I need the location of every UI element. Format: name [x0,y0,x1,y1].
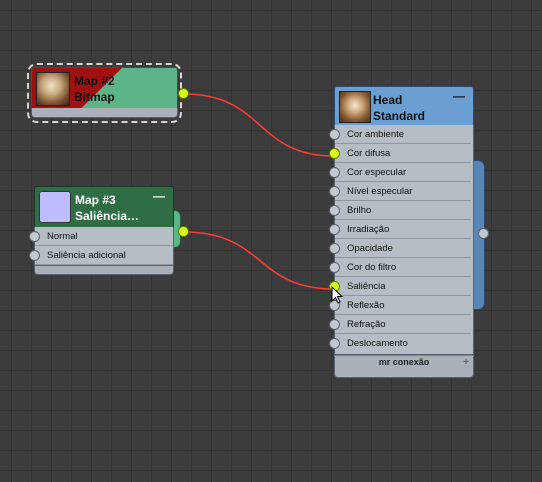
bitmap-thumbnail [36,72,70,106]
input-port[interactable] [29,250,40,261]
node-header[interactable]: Map #3 Saliência… — [34,186,174,228]
wire-map2-to-cor-difusa[interactable] [183,93,335,157]
node-footer [334,369,474,378]
output-port[interactable] [178,88,189,99]
input-port[interactable] [329,186,340,197]
slot-label: Deslocamento [347,338,408,349]
minimize-icon[interactable]: — [453,89,465,103]
slot-label: Nível especular [347,186,413,197]
node-footer [31,108,178,118]
slot-label: Saliência adicional [47,250,126,261]
node-footer [34,266,174,275]
slot-label: Cor do filtro [347,262,397,273]
slot-row[interactable]: Irradiação [329,220,471,239]
slot-label: Saliência [347,281,386,292]
node-type: Standard [373,109,426,123]
slot-label: Cor especular [347,167,407,178]
input-port[interactable] [329,148,340,159]
slot-row[interactable]: Cor difusa [329,144,471,163]
output-port[interactable] [178,226,189,237]
slot-label: Irradiação [347,224,390,235]
mr-connection-bar[interactable]: mr conexão + [334,355,474,370]
input-port[interactable] [329,319,340,330]
input-port[interactable] [329,338,340,349]
slot-label: Reflexão [347,300,385,311]
slot-label: Cor ambiente [347,129,405,140]
slot-row[interactable]: Cor especular [329,163,471,182]
slot-row[interactable]: Saliência adicional [29,246,173,265]
map-thumbnail [39,191,71,223]
slot-row[interactable]: Opacidade [329,239,471,258]
output-port[interactable] [478,228,489,239]
input-port[interactable] [329,262,340,273]
node-head-standard[interactable]: Head Standard — Cor ambiente Cor difusa … [329,86,489,380]
node-map2-bitmap[interactable]: Map #2 Bitmap [27,63,189,123]
slot-label: Brilho [347,205,372,216]
node-title: Map #2 [74,74,115,88]
input-port[interactable] [329,205,340,216]
slot-row[interactable]: Saliência [329,277,471,296]
slot-label: Cor difusa [347,148,391,159]
slot-row[interactable]: Reflexão [329,296,471,315]
slot-row[interactable]: Deslocamento [329,334,471,353]
expand-plus-icon[interactable]: + [463,356,469,369]
minimize-icon[interactable]: — [153,189,165,203]
slot-label: Opacidade [347,243,393,254]
slot-row[interactable]: Normal [29,227,173,246]
wire-map3-to-saliencia[interactable] [183,231,335,290]
input-port[interactable] [329,129,340,140]
input-port[interactable] [329,243,340,254]
node-type: Bitmap [74,90,115,104]
input-port[interactable] [329,167,340,178]
slot-row[interactable]: Brilho [329,201,471,220]
slot-list: Normal Saliência adicional [29,227,174,266]
node-type: Saliência… [75,209,140,223]
slot-row[interactable]: Cor ambiente [329,125,471,144]
slot-label: Normal [47,231,78,242]
slot-row[interactable]: Refração [329,315,471,334]
mouse-pointer-icon [331,286,343,304]
input-port[interactable] [329,224,340,235]
slot-label: Refração [347,319,386,330]
slot-row[interactable]: Nível especular [329,182,471,201]
node-header[interactable]: Map #2 Bitmap [31,67,178,109]
mr-connection-label: mr conexão [378,357,430,367]
node-map3-saliencia[interactable]: Map #3 Saliência… — Normal Saliência adi… [29,186,189,276]
node-header[interactable]: Head Standard — [334,86,474,126]
slot-list: Cor ambiente Cor difusa Cor especular Ní… [329,125,474,355]
node-title: Map #3 [75,193,116,207]
slot-row[interactable]: Cor do filtro [329,258,471,277]
material-thumbnail [339,91,371,123]
input-port[interactable] [29,231,40,242]
node-title: Head [373,93,403,107]
